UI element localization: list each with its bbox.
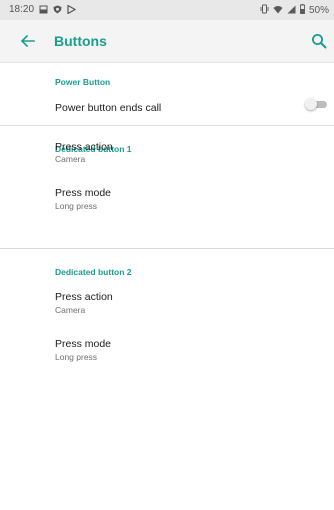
item-title: Press action <box>55 141 113 153</box>
section-header-dedicated-button-2: Dedicated button 2 <box>55 267 132 277</box>
press-action-2-row[interactable]: Press action Camera <box>0 288 334 328</box>
battery-percent: 50% <box>308 5 329 16</box>
item-title: Press action <box>55 291 113 303</box>
status-icons-right: 50% <box>260 4 329 17</box>
divider <box>0 248 334 249</box>
app-bar: Buttons <box>0 20 334 63</box>
item-title: Power button ends call <box>55 102 162 114</box>
press-action-1-row[interactable]: Press action Camera <box>0 136 334 176</box>
vibrate-icon <box>260 4 269 17</box>
item-subtitle: Long press <box>55 352 98 362</box>
item-title: Press mode <box>55 338 112 350</box>
item-subtitle: Camera <box>55 305 86 315</box>
item-title: Press mode <box>55 187 112 199</box>
toggle-thumb <box>305 98 317 110</box>
page-title: Buttons <box>54 33 107 49</box>
image-icon <box>39 5 48 14</box>
status-bar: 18:20 50% <box>0 0 334 20</box>
section-header-power-button: Power Button <box>55 77 111 87</box>
item-subtitle: Camera <box>55 154 86 164</box>
play-store-icon <box>67 4 77 15</box>
item-subtitle: Long press <box>55 201 98 211</box>
press-mode-2-row[interactable]: Press mode Long press <box>0 335 334 375</box>
signal-icon <box>287 5 296 17</box>
power-button-ends-call-row[interactable]: Power button ends call <box>0 90 334 126</box>
divider <box>0 125 334 126</box>
back-arrow-icon[interactable] <box>18 31 38 51</box>
shield-icon <box>53 5 62 14</box>
press-mode-1-row[interactable]: Press mode Long press <box>0 184 334 226</box>
search-icon[interactable] <box>310 32 328 50</box>
status-icons-left <box>39 4 77 15</box>
battery-icon <box>300 4 305 17</box>
wifi-icon <box>273 5 283 17</box>
status-time: 18:20 <box>9 4 35 15</box>
power-button-ends-call-toggle[interactable] <box>305 98 329 110</box>
